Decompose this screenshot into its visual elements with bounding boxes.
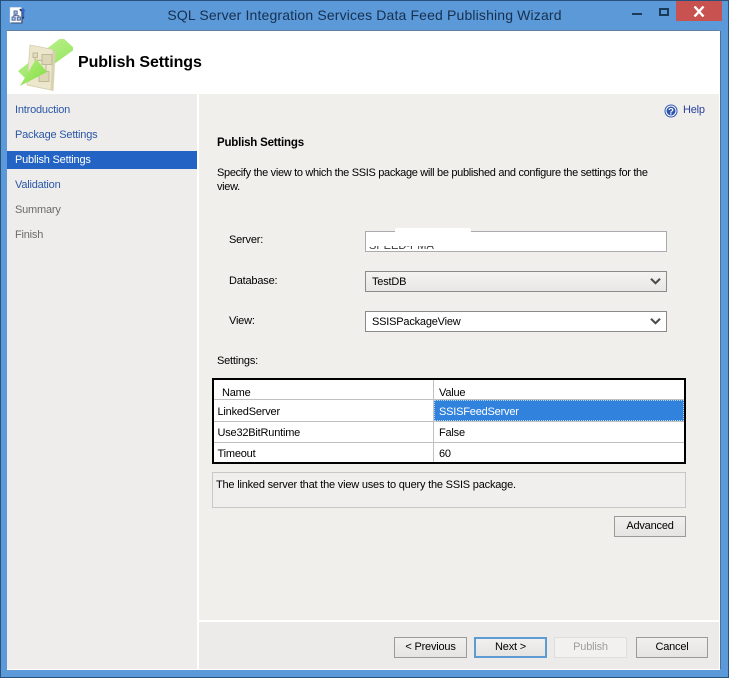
svg-text:?: ?	[668, 107, 674, 118]
